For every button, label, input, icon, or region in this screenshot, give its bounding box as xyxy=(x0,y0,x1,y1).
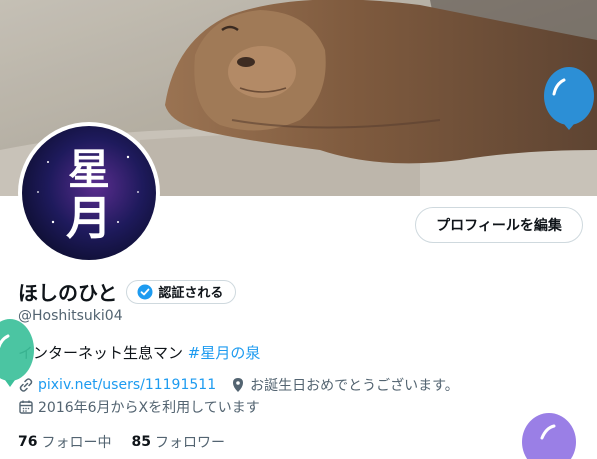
following-count: 76 xyxy=(18,434,38,450)
website-item: pixiv.net/users/11191511 xyxy=(18,377,216,393)
avatar-text-tsuki: 月 xyxy=(66,191,112,245)
followers-label: フォロワー xyxy=(154,435,225,451)
verified-badge-icon xyxy=(137,284,153,299)
edit-profile-button[interactable]: プロフィールを編集 xyxy=(415,207,583,243)
profile-avatar[interactable]: 星 月 xyxy=(18,122,160,264)
bio-hashtag-link[interactable]: #星月の泉 xyxy=(188,344,261,362)
profile-meta-row: pixiv.net/users/11191511 お誕生日おめでとうございます。 xyxy=(18,375,459,395)
avatar-text-hoshi: 星 xyxy=(68,145,110,194)
following-link[interactable]: 76 フォロー中 xyxy=(18,432,111,452)
name-row: ほしのひと 認証される xyxy=(18,277,237,306)
balloon-icon xyxy=(522,413,576,459)
balloon-icon xyxy=(544,67,594,130)
bio-text: インターネット生息マン xyxy=(18,344,188,362)
joined-item: 2016年6月からXを利用しています xyxy=(18,397,260,417)
display-name: ほしのひと xyxy=(18,281,118,305)
joined-text: 2016年6月からXを利用しています xyxy=(38,400,260,416)
followers-link[interactable]: 85 フォロワー xyxy=(131,432,224,452)
birthday-text: お誕生日おめでとうございます。 xyxy=(250,378,459,394)
website-link[interactable]: pixiv.net/users/11191511 xyxy=(38,377,216,393)
profile-bio: インターネット生息マン #星月の泉 xyxy=(18,342,260,363)
followers-count: 85 xyxy=(131,434,151,450)
joined-row: 2016年6月からXを利用しています xyxy=(18,397,260,417)
follow-stats: 76 フォロー中 85 フォロワー xyxy=(18,432,225,452)
balloon-icon xyxy=(0,319,34,387)
calendar-icon xyxy=(19,400,33,414)
get-verified-label: 認証される xyxy=(158,286,224,301)
birthday-item: お誕生日おめでとうございます。 xyxy=(230,375,459,395)
location-icon xyxy=(233,378,244,392)
get-verified-button[interactable]: 認証される xyxy=(126,279,237,304)
following-label: フォロー中 xyxy=(41,435,112,451)
